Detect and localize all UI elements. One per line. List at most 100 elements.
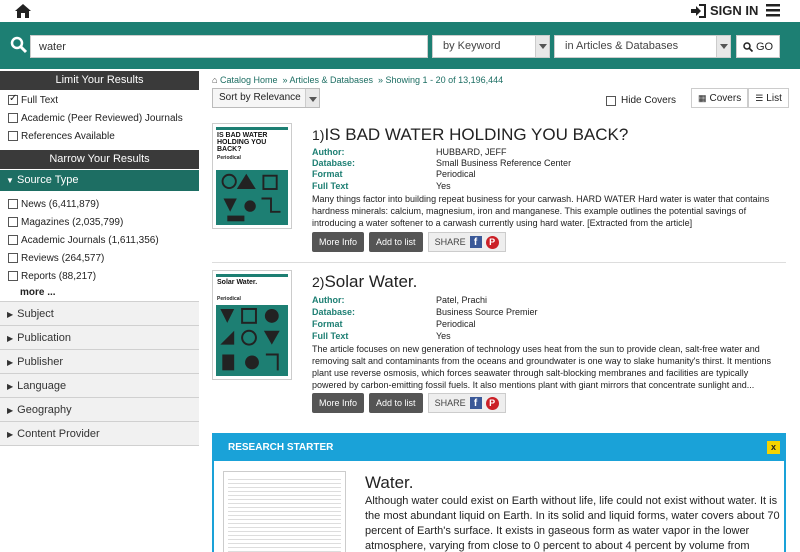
hide-covers-toggle[interactable]: Hide Covers [606, 95, 676, 106]
facet-header-label: Content Provider [17, 428, 100, 440]
cover-image[interactable]: Solar Water. Periodical [212, 270, 292, 380]
result-title[interactable]: 1)IS BAD WATER HOLDING YOU BACK? [312, 125, 628, 145]
list-view-button[interactable]: ☰ List [748, 88, 789, 108]
database-value: Small Business Reference Center [436, 158, 572, 168]
hamburger-menu-icon[interactable] [766, 4, 780, 17]
section-crumb[interactable]: » Articles & Databases [282, 75, 373, 85]
add-to-list-button[interactable]: Add to list [369, 393, 423, 413]
facet-news[interactable]: News (6,411,879) [0, 195, 199, 213]
result-actions: More Info Add to list SHARE f P [312, 393, 506, 413]
facet-label: Reports (88,217) [21, 270, 97, 282]
chevron-down-icon [716, 36, 730, 57]
checkbox[interactable] [8, 113, 18, 123]
share-group: SHARE f P [427, 393, 506, 413]
checkbox[interactable] [8, 253, 18, 263]
home-icon[interactable] [14, 3, 32, 19]
fulltext-value: Yes [436, 181, 451, 191]
fulltext-row: Full Text Yes [312, 181, 451, 191]
facet-reviews[interactable]: Reviews (264,577) [0, 249, 199, 267]
cover-title: Solar Water. [217, 279, 258, 286]
caret-down-icon: ▼ [6, 176, 14, 185]
search-scope-select[interactable]: in Articles & Databases [554, 35, 731, 58]
facebook-icon[interactable]: f [469, 236, 482, 248]
facet-geography[interactable]: ▶ Geography [0, 398, 199, 422]
checkbox-checked[interactable] [8, 93, 18, 105]
format-label: Format [312, 319, 343, 329]
limit-header: Limit Your Results [0, 71, 199, 90]
caret-right-icon: ▶ [7, 358, 14, 367]
facebook-icon[interactable]: f [469, 397, 482, 409]
more-info-button[interactable]: More Info [312, 232, 365, 252]
caret-right-icon: ▶ [7, 310, 14, 319]
search-field-value: by Keyword [443, 40, 501, 52]
author-value[interactable]: Patel, Prachi [436, 295, 487, 305]
covers-view-button[interactable]: ▦ Covers [691, 88, 749, 108]
fulltext-value: Yes [436, 331, 451, 341]
search-input[interactable] [30, 35, 428, 58]
share-label: SHARE [434, 237, 466, 247]
facet-reports[interactable]: Reports (88,217) [0, 267, 199, 285]
search-icon [743, 41, 753, 52]
search-field-select[interactable]: by Keyword [432, 35, 550, 58]
checkbox[interactable] [606, 95, 616, 106]
results-count: » Showing 1 - 20 of 13,196,444 [378, 75, 504, 85]
search-icon [10, 36, 28, 54]
result-number: 1) [312, 127, 325, 143]
facet-publication[interactable]: ▶ Publication [0, 326, 199, 350]
facet-header-label: Publication [17, 332, 71, 344]
source-type-header[interactable]: ▼ Source Type [0, 170, 199, 191]
checkbox[interactable] [8, 131, 18, 141]
caret-right-icon: ▶ [7, 406, 14, 415]
research-starter-thumbnail[interactable] [223, 471, 346, 552]
more-info-button[interactable]: More Info [312, 393, 365, 413]
limit-label: References Available [21, 130, 115, 142]
result-number: 2) [312, 274, 325, 290]
limit-references[interactable]: References Available [0, 127, 199, 145]
author-row: Author: HUBBARD, JEFF [312, 147, 507, 157]
checkbox[interactable] [8, 271, 18, 281]
covers-view-label: Covers [709, 92, 742, 104]
table-thumbnail-graphic [228, 476, 341, 552]
fulltext-label: Full Text [312, 331, 349, 341]
author-row: Author: Patel, Prachi [312, 295, 487, 305]
home-crumb-label: Catalog Home [219, 75, 278, 85]
close-icon[interactable]: x [767, 441, 780, 454]
chevron-down-icon [305, 89, 319, 107]
go-button[interactable]: GO [736, 35, 780, 58]
facet-subject[interactable]: ▶ Subject [0, 302, 199, 326]
home-crumb[interactable]: ⌂ Catalog Home [212, 75, 277, 85]
pattern-graphic [220, 307, 280, 371]
pinterest-icon[interactable]: P [485, 235, 499, 249]
cover-image[interactable]: IS BAD WATER HOLDING YOU BACK? Periodica… [212, 123, 292, 229]
facet-publisher[interactable]: ▶ Publisher [0, 350, 199, 374]
research-starter-title[interactable]: Water. [365, 473, 414, 493]
caret-right-icon: ▶ [7, 382, 14, 391]
home-icon: ⌂ [212, 75, 218, 85]
facet-header-label: Subject [17, 308, 54, 320]
add-to-list-button[interactable]: Add to list [369, 232, 423, 252]
sort-select[interactable]: Sort by Relevance [212, 88, 320, 108]
research-starter-panel: RESEARCH STARTER x Water. Although water… [212, 433, 786, 552]
checkbox[interactable] [8, 217, 18, 227]
cover-artwork: IS BAD WATER HOLDING YOU BACK? Periodica… [216, 127, 288, 225]
more-link[interactable]: more ... [0, 285, 199, 301]
facet-language[interactable]: ▶ Language [0, 374, 199, 398]
facet-label: Academic Journals (1,611,356) [21, 234, 159, 246]
pinterest-icon[interactable]: P [485, 396, 499, 410]
result-title[interactable]: 2)Solar Water. [312, 272, 417, 292]
limit-label: Full Text [21, 94, 59, 106]
result-item: Solar Water. Periodical 2)Solar Water. A… [212, 270, 786, 420]
limit-full-text[interactable]: Full Text [0, 91, 199, 109]
facet-magazines[interactable]: Magazines (2,035,799) [0, 213, 199, 231]
facet-content-provider[interactable]: ▶ Content Provider [0, 422, 199, 446]
caret-right-icon: ▶ [7, 430, 14, 439]
checkbox[interactable] [8, 199, 18, 209]
author-value[interactable]: HUBBARD, JEFF [436, 147, 507, 157]
sign-in-button[interactable]: SIGN IN [690, 3, 758, 18]
checkbox[interactable] [8, 235, 18, 245]
facet-academic-journals[interactable]: Academic Journals (1,611,356) [0, 231, 199, 249]
format-row: Format Periodical [312, 319, 476, 329]
limit-peer-reviewed[interactable]: Academic (Peer Reviewed) Journals [0, 109, 199, 127]
go-label: GO [755, 40, 774, 53]
pattern-graphic [221, 173, 281, 222]
